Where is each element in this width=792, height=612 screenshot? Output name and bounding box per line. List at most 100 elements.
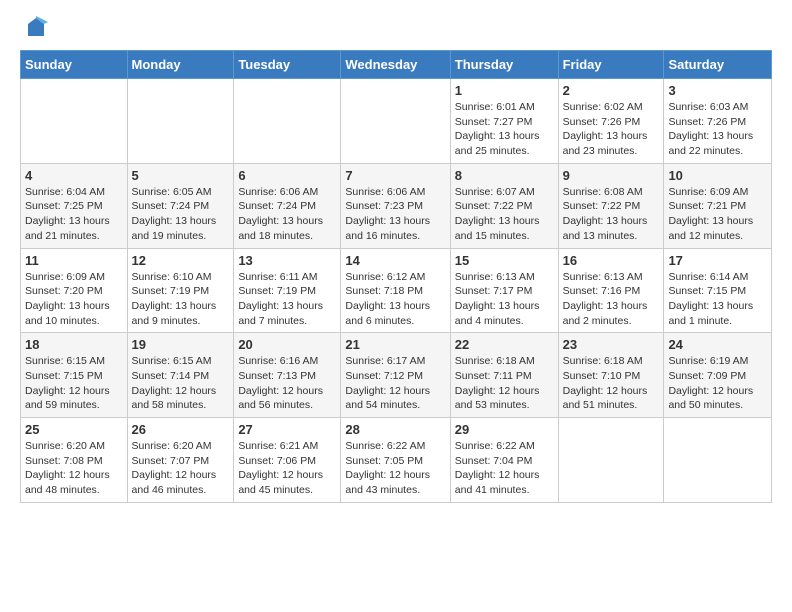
day-number: 5 [132,168,230,183]
day-cell: 18 Sunrise: 6:15 AM Sunset: 7:15 PM Dayli… [21,333,128,418]
day-cell: 17 Sunrise: 6:14 AM Sunset: 7:15 PM Dayli… [664,248,772,333]
day-info: Sunrise: 6:22 AM Sunset: 7:04 PM Dayligh… [455,439,554,498]
day-number: 16 [563,253,660,268]
day-number: 27 [238,422,336,437]
day-info: Sunrise: 6:15 AM Sunset: 7:14 PM Dayligh… [132,354,230,413]
day-cell: 28 Sunrise: 6:22 AM Sunset: 7:05 PM Dayli… [341,418,450,503]
day-number: 21 [345,337,445,352]
week-row-3: 11 Sunrise: 6:09 AM Sunset: 7:20 PM Dayli… [21,248,772,333]
day-cell [341,79,450,164]
day-info: Sunrise: 6:06 AM Sunset: 7:23 PM Dayligh… [345,185,445,244]
day-number: 1 [455,83,554,98]
day-cell [664,418,772,503]
day-number: 25 [25,422,123,437]
header-row: SundayMondayTuesdayWednesdayThursdayFrid… [21,51,772,79]
day-cell: 21 Sunrise: 6:17 AM Sunset: 7:12 PM Dayli… [341,333,450,418]
day-header-wednesday: Wednesday [341,51,450,79]
day-cell [21,79,128,164]
day-info: Sunrise: 6:13 AM Sunset: 7:17 PM Dayligh… [455,270,554,329]
day-cell: 22Sunrise: 6:18 AM Sunset: 7:11 PM Dayli… [450,333,558,418]
day-info: Sunrise: 6:03 AM Sunset: 7:26 PM Dayligh… [668,100,767,159]
day-number: 2 [563,83,660,98]
day-info: Sunrise: 6:05 AM Sunset: 7:24 PM Dayligh… [132,185,230,244]
day-cell: 26 Sunrise: 6:20 AM Sunset: 7:07 PM Dayli… [127,418,234,503]
day-header-saturday: Saturday [664,51,772,79]
day-cell: 3 Sunrise: 6:03 AM Sunset: 7:26 PM Daylig… [664,79,772,164]
day-cell: 7 Sunrise: 6:06 AM Sunset: 7:23 PM Daylig… [341,163,450,248]
day-info: Sunrise: 6:18 AM Sunset: 7:11 PM Dayligh… [455,354,554,413]
day-info: Sunrise: 6:17 AM Sunset: 7:12 PM Dayligh… [345,354,445,413]
day-cell: 13Sunrise: 6:11 AM Sunset: 7:19 PM Dayli… [234,248,341,333]
day-number: 26 [132,422,230,437]
day-info: Sunrise: 6:02 AM Sunset: 7:26 PM Dayligh… [563,100,660,159]
day-header-tuesday: Tuesday [234,51,341,79]
day-number: 7 [345,168,445,183]
day-cell [234,79,341,164]
day-info: Sunrise: 6:21 AM Sunset: 7:06 PM Dayligh… [238,439,336,498]
week-row-1: 1Sunrise: 6:01 AM Sunset: 7:27 PM Daylig… [21,79,772,164]
day-number: 19 [132,337,230,352]
day-cell: 5 Sunrise: 6:05 AM Sunset: 7:24 PM Daylig… [127,163,234,248]
day-cell: 29 Sunrise: 6:22 AM Sunset: 7:04 PM Dayli… [450,418,558,503]
day-cell: 23 Sunrise: 6:18 AM Sunset: 7:10 PM Dayli… [558,333,664,418]
day-info: Sunrise: 6:19 AM Sunset: 7:09 PM Dayligh… [668,354,767,413]
day-number: 29 [455,422,554,437]
day-cell: 15 Sunrise: 6:13 AM Sunset: 7:17 PM Dayli… [450,248,558,333]
day-header-thursday: Thursday [450,51,558,79]
day-header-friday: Friday [558,51,664,79]
day-number: 17 [668,253,767,268]
day-info: Sunrise: 6:08 AM Sunset: 7:22 PM Dayligh… [563,185,660,244]
day-number: 6 [238,168,336,183]
day-number: 3 [668,83,767,98]
day-info: Sunrise: 6:18 AM Sunset: 7:10 PM Dayligh… [563,354,660,413]
logo [20,16,48,40]
day-number: 11 [25,253,123,268]
day-cell: 14 Sunrise: 6:12 AM Sunset: 7:18 PM Dayli… [341,248,450,333]
day-number: 14 [345,253,445,268]
week-row-2: 4Sunrise: 6:04 AM Sunset: 7:25 PM Daylig… [21,163,772,248]
day-info: Sunrise: 6:09 AM Sunset: 7:21 PM Dayligh… [668,185,767,244]
day-cell: 27 Sunrise: 6:21 AM Sunset: 7:06 PM Dayli… [234,418,341,503]
day-number: 18 [25,337,123,352]
day-cell: 20 Sunrise: 6:16 AM Sunset: 7:13 PM Dayli… [234,333,341,418]
day-number: 4 [25,168,123,183]
header [0,0,792,50]
day-number: 20 [238,337,336,352]
day-header-monday: Monday [127,51,234,79]
day-number: 23 [563,337,660,352]
day-cell: 6 Sunrise: 6:06 AM Sunset: 7:24 PM Daylig… [234,163,341,248]
day-number: 8 [455,168,554,183]
day-cell: 16 Sunrise: 6:13 AM Sunset: 7:16 PM Dayli… [558,248,664,333]
day-cell: 4Sunrise: 6:04 AM Sunset: 7:25 PM Daylig… [21,163,128,248]
day-number: 15 [455,253,554,268]
day-info: Sunrise: 6:16 AM Sunset: 7:13 PM Dayligh… [238,354,336,413]
day-number: 13 [238,253,336,268]
day-number: 12 [132,253,230,268]
day-info: Sunrise: 6:15 AM Sunset: 7:15 PM Dayligh… [25,354,123,413]
day-info: Sunrise: 6:14 AM Sunset: 7:15 PM Dayligh… [668,270,767,329]
day-info: Sunrise: 6:12 AM Sunset: 7:18 PM Dayligh… [345,270,445,329]
day-number: 9 [563,168,660,183]
day-cell: 2 Sunrise: 6:02 AM Sunset: 7:26 PM Daylig… [558,79,664,164]
day-number: 28 [345,422,445,437]
day-number: 10 [668,168,767,183]
day-cell: 11 Sunrise: 6:09 AM Sunset: 7:20 PM Dayli… [21,248,128,333]
day-cell [127,79,234,164]
day-cell: 19 Sunrise: 6:15 AM Sunset: 7:14 PM Dayli… [127,333,234,418]
day-cell: 12 Sunrise: 6:10 AM Sunset: 7:19 PM Dayli… [127,248,234,333]
calendar-wrap: SundayMondayTuesdayWednesdayThursdayFrid… [0,50,792,513]
day-info: Sunrise: 6:13 AM Sunset: 7:16 PM Dayligh… [563,270,660,329]
day-info: Sunrise: 6:10 AM Sunset: 7:19 PM Dayligh… [132,270,230,329]
week-row-4: 18 Sunrise: 6:15 AM Sunset: 7:15 PM Dayli… [21,333,772,418]
day-cell: 25Sunrise: 6:20 AM Sunset: 7:08 PM Dayli… [21,418,128,503]
day-info: Sunrise: 6:20 AM Sunset: 7:07 PM Dayligh… [132,439,230,498]
day-cell: 1Sunrise: 6:01 AM Sunset: 7:27 PM Daylig… [450,79,558,164]
day-cell: 10 Sunrise: 6:09 AM Sunset: 7:21 PM Dayli… [664,163,772,248]
day-info: Sunrise: 6:22 AM Sunset: 7:05 PM Dayligh… [345,439,445,498]
day-info: Sunrise: 6:09 AM Sunset: 7:20 PM Dayligh… [25,270,123,329]
day-info: Sunrise: 6:07 AM Sunset: 7:22 PM Dayligh… [455,185,554,244]
week-row-5: 25Sunrise: 6:20 AM Sunset: 7:08 PM Dayli… [21,418,772,503]
day-info: Sunrise: 6:06 AM Sunset: 7:24 PM Dayligh… [238,185,336,244]
day-cell: 24Sunrise: 6:19 AM Sunset: 7:09 PM Dayli… [664,333,772,418]
day-header-sunday: Sunday [21,51,128,79]
